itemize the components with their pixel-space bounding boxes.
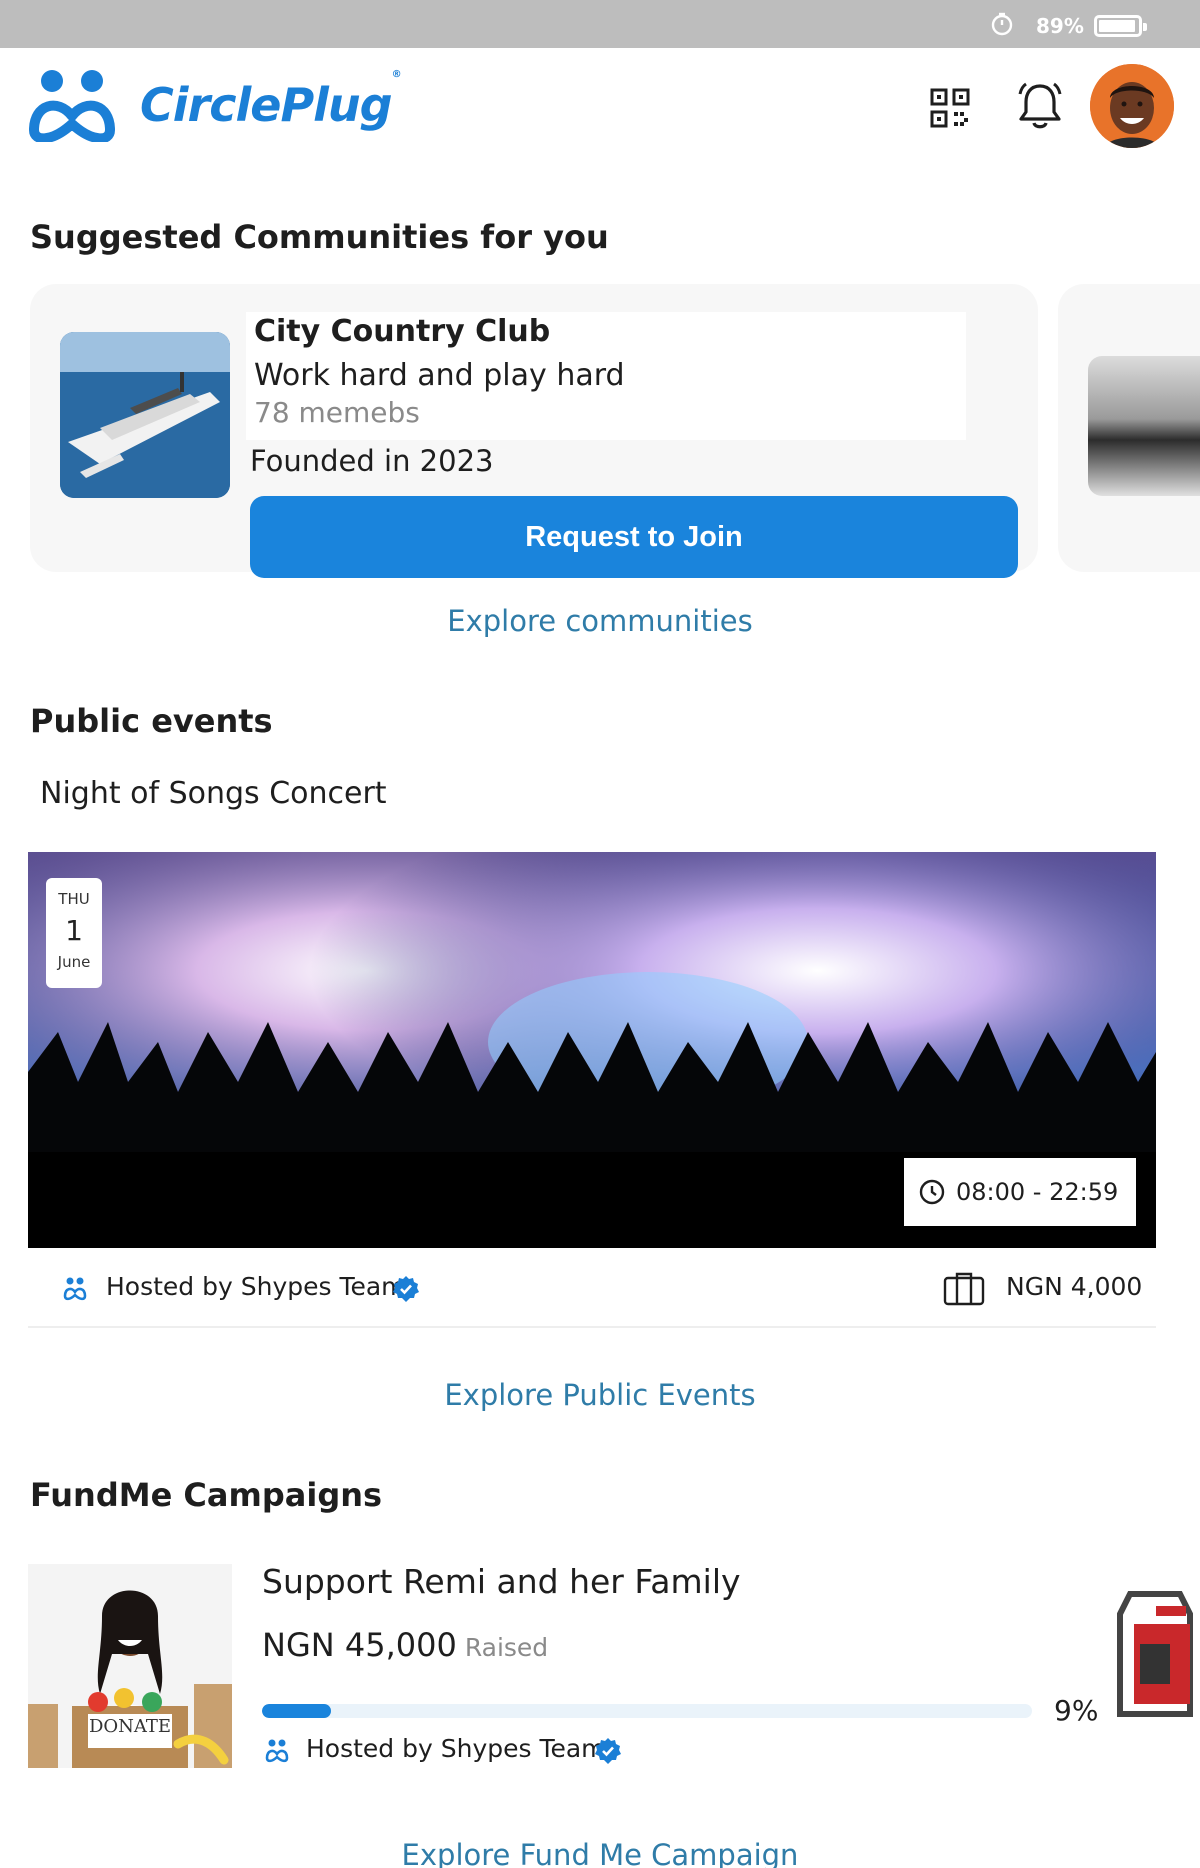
community-member-count: 78 memebs (254, 396, 420, 429)
logo-mark-icon[interactable] (28, 68, 116, 142)
event-time: 08:00 - 22:59 (956, 1178, 1119, 1206)
verified-badge-icon (595, 1738, 621, 1764)
next-campaign-card[interactable] (1110, 1584, 1200, 1744)
campaign-host[interactable]: Hosted by Shypes Team (306, 1734, 606, 1763)
request-to-join-button[interactable]: Request to Join (250, 496, 1018, 578)
event-meta-row: Hosted by Shypes Team NGN 4,000 (28, 1256, 1156, 1328)
explore-public-events-link[interactable]: Explore Public Events (0, 1378, 1200, 1412)
campaign-progress-fill (262, 1704, 332, 1718)
public-events-title: Public events (30, 702, 273, 740)
campaign-raised-label: Raised (464, 1633, 549, 1662)
user-avatar[interactable] (1090, 64, 1174, 148)
qr-code-icon[interactable] (924, 82, 976, 134)
event-name[interactable]: Night of Songs Concert (40, 776, 387, 811)
generator-image-icon (1117, 1591, 1193, 1717)
event-time-badge: 08:00 - 22:59 (904, 1158, 1136, 1226)
community-tagline: Work hard and play hard (254, 358, 625, 393)
event-host[interactable]: Hosted by Shypes Team (106, 1272, 406, 1301)
bell-icon[interactable] (1012, 78, 1068, 134)
host-logo-icon (63, 1277, 87, 1301)
battery-icon (1094, 15, 1147, 37)
battery-percent: 89% (1036, 14, 1084, 38)
avatar-portrait-icon (1090, 64, 1174, 148)
next-community-image (1088, 356, 1200, 496)
host-logo-icon (265, 1739, 289, 1763)
community-image (60, 332, 230, 498)
explore-communities-link[interactable]: Explore communities (0, 604, 1200, 638)
explore-fund-me-campaign-link[interactable]: Explore Fund Me Campaign (0, 1838, 1200, 1868)
community-card[interactable]: City Country Club Work hard and play har… (30, 284, 1038, 578)
verified-badge-icon (393, 1276, 419, 1302)
app-header: CirclePlug® (0, 48, 1200, 168)
clock-icon (919, 1179, 945, 1205)
donate-sign: DONATE (88, 1716, 172, 1737)
timer-icon (991, 12, 1013, 36)
community-founded: Founded in 2023 (250, 444, 494, 478)
app-logo-text[interactable]: CirclePlug® (140, 69, 402, 132)
event-price: NGN 4,000 (1006, 1272, 1143, 1301)
fundme-campaigns-title: FundMe Campaigns (30, 1476, 383, 1514)
donation-photo-icon (28, 1564, 232, 1768)
community-info: City Country Club Work hard and play har… (246, 312, 966, 440)
campaign-title[interactable]: Support Remi and her Family (262, 1562, 741, 1601)
suggested-communities-title: Suggested Communities for you (30, 218, 609, 256)
yacht-image-icon (60, 332, 230, 498)
event-banner[interactable]: THU 1 June 08:00 - 22:59 (28, 852, 1156, 1248)
event-month: June (57, 953, 91, 971)
event-day: 1 (65, 914, 83, 947)
next-community-card[interactable] (1058, 284, 1200, 572)
campaign-progress-bar (262, 1704, 1032, 1718)
status-bar: 89% (0, 0, 1200, 48)
community-name[interactable]: City Country Club (254, 314, 550, 349)
campaign-image[interactable]: DONATE (28, 1564, 232, 1768)
campaign-progress-label: 9% (1054, 1694, 1099, 1727)
event-date-badge: THU 1 June (46, 878, 102, 988)
ticket-icon (943, 1272, 985, 1306)
campaign-raised: NGN 45,000 Raised (262, 1626, 548, 1664)
event-day-of-week: THU (58, 890, 90, 908)
campaign-raised-amount: NGN 45,000 (262, 1626, 457, 1664)
